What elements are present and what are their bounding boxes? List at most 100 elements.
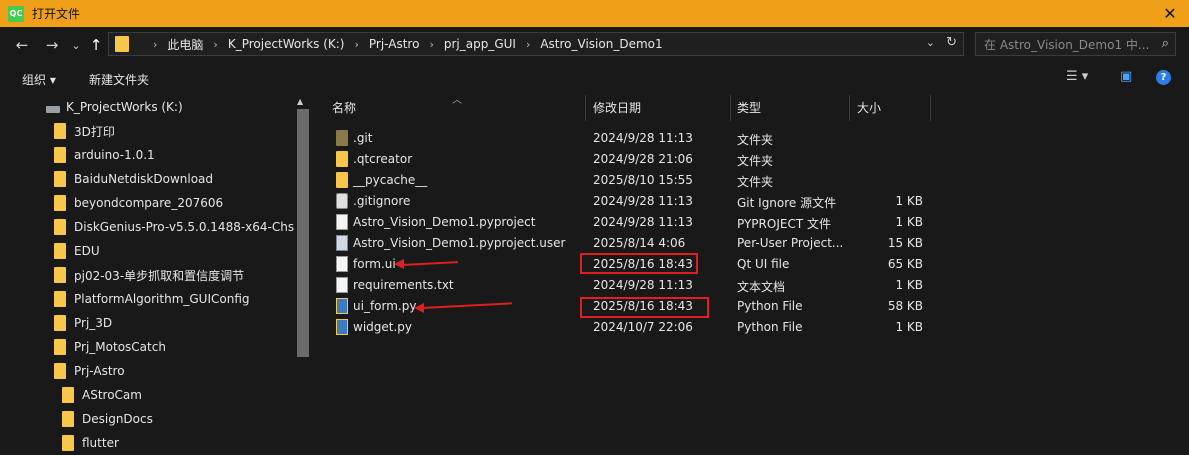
file-size: 65 KB <box>887 257 923 271</box>
forward-button[interactable]: → <box>42 35 62 55</box>
breadcrumb-item[interactable]: Prj-Astro <box>369 37 420 51</box>
back-button[interactable]: ← <box>12 35 32 55</box>
file-type: Git Ignore 源文件 <box>737 196 837 210</box>
annotation-arrow-head <box>414 303 424 313</box>
sidebar-item[interactable]: BaiduNetdiskDownload <box>54 167 213 191</box>
breadcrumb-separator-icon[interactable]: › <box>213 38 217 51</box>
file-row[interactable]: Astro_Vision_Demo1.pyproject 2024/9/28 11… <box>318 212 928 233</box>
file-date: 2025/8/10 15:55 <box>593 173 693 187</box>
address-bar[interactable]: › 此电脑 › K_ProjectWorks (K:) › Prj-Astro › prj_a… <box>108 32 964 56</box>
file-icon <box>336 277 348 293</box>
sidebar-item-label: beyondcompare_207606 <box>74 196 224 210</box>
sidebar-scrollbar-thumb[interactable] <box>297 109 309 357</box>
sidebar-item[interactable]: PlatformAlgorithm_GUIConfig <box>54 287 250 311</box>
column-divider <box>585 95 586 121</box>
close-button[interactable]: ✕ <box>1159 3 1181 23</box>
file-name: __pycache__ <box>353 173 428 187</box>
file-size: 1 KB <box>895 278 923 292</box>
column-header-size[interactable]: 大小 <box>857 93 881 121</box>
sidebar-item[interactable]: AStroCam <box>62 383 142 407</box>
sidebar-item[interactable]: beyondcompare_207606 <box>54 191 223 215</box>
sidebar-item-drive[interactable]: K_ProjectWorks (K:) <box>46 95 183 119</box>
breadcrumb-item[interactable]: Astro_Vision_Demo1 <box>540 37 662 51</box>
file-type: Python File <box>737 299 803 313</box>
sidebar-item-label: arduino-1.0.1 <box>74 148 155 162</box>
breadcrumb-separator-icon[interactable]: › <box>526 38 530 51</box>
title-bar: QC 打开文件 ✕ <box>0 0 1189 27</box>
drive-icon <box>46 105 60 113</box>
column-header-type[interactable]: 类型 <box>737 93 761 121</box>
sidebar-item-label: EDU <box>74 244 100 258</box>
file-row[interactable]: __pycache__ 2025/8/10 15:55 文件夹 <box>318 170 928 191</box>
navigation-pane: K_ProjectWorks (K:) 3D打印 arduino-1.0.1 Bai… <box>0 93 312 455</box>
folder-icon <box>336 130 348 146</box>
search-icon[interactable]: ⌕ <box>1162 36 1169 51</box>
refresh-icon[interactable]: ↻ <box>946 35 957 50</box>
sidebar-item[interactable]: arduino-1.0.1 <box>54 143 155 167</box>
sidebar-item[interactable]: Prj-Astro <box>54 359 125 383</box>
preview-pane-icon[interactable]: ▣ <box>1120 69 1132 84</box>
breadcrumb-item[interactable]: K_ProjectWorks (K:) <box>228 37 345 51</box>
file-list: 名称 ︿ 修改日期 类型 大小 .git 2024/9/28 11:13 文件夹 .q… <box>318 93 1189 455</box>
column-divider <box>730 95 731 121</box>
file-row[interactable]: requirements.txt 2024/9/28 11:13 文本文档 1 KB <box>318 275 928 296</box>
file-type: PYPROJECT 文件 <box>737 217 831 231</box>
breadcrumb-separator-icon[interactable]: › <box>153 38 157 51</box>
file-row[interactable]: .gitignore 2024/9/28 11:13 Git Ignore 源文件 1… <box>318 191 928 212</box>
folder-icon <box>336 151 348 167</box>
sidebar-item-label: Prj_3D <box>74 316 113 330</box>
view-options-icon[interactable]: ☰ ▾ <box>1066 69 1088 84</box>
file-row[interactable]: .qtcreator 2024/9/28 21:06 文件夹 <box>318 149 928 170</box>
column-header-name[interactable]: 名称 <box>332 93 356 121</box>
breadcrumb-item[interactable]: 此电脑 <box>167 36 203 53</box>
sidebar-item[interactable]: 3D打印 <box>54 119 115 143</box>
help-icon[interactable]: ? <box>1156 70 1171 85</box>
sidebar-item-label: BaiduNetdiskDownload <box>74 172 214 186</box>
folder-icon <box>54 123 66 139</box>
file-row[interactable]: widget.py 2024/10/7 22:06 Python File 1 KB <box>318 317 928 338</box>
sidebar-item[interactable]: pj02-03-单步抓取和置信度调节 <box>54 263 244 287</box>
file-icon <box>336 256 348 272</box>
sidebar-item[interactable]: Prj_3D <box>54 311 112 335</box>
new-folder-button[interactable]: 新建文件夹 <box>89 71 149 88</box>
sidebar-item[interactable]: EDU <box>54 239 100 263</box>
window-title: 打开文件 <box>32 7 81 21</box>
recent-locations-button[interactable]: ⌄ <box>66 35 86 55</box>
file-type: Per-User Project... <box>737 236 844 250</box>
organize-button[interactable]: 组织 ▾ <box>22 71 56 88</box>
sidebar-item[interactable]: DesignDocs <box>62 407 153 431</box>
folder-icon <box>54 267 66 283</box>
folder-icon <box>54 195 66 211</box>
up-button[interactable]: ↑ <box>86 35 106 55</box>
file-type: 文件夹 <box>737 175 774 189</box>
file-date: 2024/9/28 11:13 <box>593 215 693 229</box>
sidebar-item-label: DesignDocs <box>82 412 153 426</box>
file-row[interactable]: .git 2024/9/28 11:13 文件夹 <box>318 128 928 149</box>
file-size: 1 KB <box>895 215 923 229</box>
file-name: .qtcreator <box>353 152 413 166</box>
qt-creator-icon: QC <box>8 5 24 22</box>
annotation-arrow-head <box>394 259 404 269</box>
search-input[interactable]: 在 Astro_Vision_Demo1 中... ⌕ <box>975 32 1176 56</box>
sidebar-item[interactable]: DiskGenius-Pro-v5.5.0.1488-x64-Chs <box>54 215 294 239</box>
file-date: 2024/9/28 21:06 <box>593 152 693 166</box>
sidebar-item[interactable]: Prj_MotosCatch <box>54 335 166 359</box>
column-header-date[interactable]: 修改日期 <box>593 93 641 121</box>
scroll-up-icon[interactable]: ▲ <box>297 97 303 106</box>
sidebar-item-label: Prj-Astro <box>74 364 125 378</box>
file-date: 2025/8/14 4:06 <box>593 236 686 250</box>
file-icon <box>336 235 348 251</box>
file-icon <box>336 298 348 314</box>
highlight-box-ui-form-date <box>580 297 709 318</box>
file-type: Python File <box>737 320 803 334</box>
folder-icon <box>54 339 66 355</box>
file-row[interactable]: Astro_Vision_Demo1.pyproject.user 2025/8/… <box>318 233 928 254</box>
breadcrumb-separator-icon[interactable]: › <box>429 38 433 51</box>
breadcrumb-separator-icon[interactable]: › <box>354 38 358 51</box>
file-type: 文本文档 <box>737 280 786 294</box>
sidebar-item[interactable]: flutter <box>62 431 119 455</box>
address-dropdown-icon[interactable]: ⌄ <box>926 36 935 49</box>
file-type: 文件夹 <box>737 133 774 147</box>
breadcrumb-item[interactable]: prj_app_GUI <box>444 37 516 51</box>
file-date: 2024/9/28 11:13 <box>593 131 693 145</box>
